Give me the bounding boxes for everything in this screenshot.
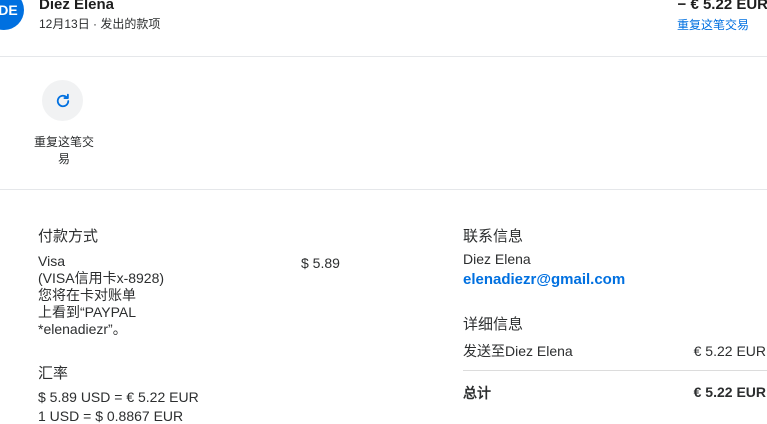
repeat-transaction-button[interactable] bbox=[42, 80, 83, 121]
send-to-amount: € 5.22 EUR bbox=[693, 343, 766, 359]
section-divider bbox=[0, 189, 767, 190]
total-label: 总计 bbox=[463, 385, 491, 401]
repeat-transaction-link[interactable]: 重复这笔交易 bbox=[677, 16, 749, 33]
send-to-label: 发送至Diez Elena bbox=[463, 343, 573, 359]
payment-method-heading: 付款方式 bbox=[38, 228, 99, 245]
total-divider bbox=[463, 370, 767, 371]
exchange-rate-unit: 1 USD = $ 0.8867 EUR bbox=[38, 408, 184, 424]
recipient-name: Diez Elena bbox=[39, 0, 115, 13]
payment-amount: $ 5.89 bbox=[301, 255, 340, 271]
avatar-initials: DE bbox=[0, 2, 18, 18]
payment-method-details: Visa (VISA信用卡x-8928) 您将在卡对账单 上看到“PAYPAL … bbox=[38, 253, 278, 338]
payment-line: *elenadiezr”。 bbox=[38, 321, 127, 337]
exchange-rate-line: $ 5.89 USD = € 5.22 EUR bbox=[38, 389, 199, 405]
payment-line: (VISA信用卡x-8928) bbox=[38, 270, 165, 286]
transaction-subtitle: 12月13日 · 发出的款项 bbox=[39, 17, 161, 31]
transaction-amount: − € 5.22 EUR bbox=[677, 0, 767, 13]
header-divider bbox=[0, 56, 767, 57]
payment-line: 上看到“PAYPAL bbox=[38, 304, 137, 320]
contact-name: Diez Elena bbox=[463, 251, 531, 267]
refresh-icon bbox=[56, 93, 69, 107]
payment-line: Visa bbox=[38, 253, 65, 269]
avatar: DE bbox=[0, 0, 24, 30]
repeat-transaction-label: 重复这笔交易 bbox=[33, 135, 94, 166]
contact-email-link[interactable]: elenadiezr@gmail.com bbox=[463, 271, 625, 288]
payment-line: 您将在卡对账单 bbox=[38, 287, 136, 303]
exchange-rate-heading: 汇率 bbox=[38, 365, 69, 382]
total-amount: € 5.22 EUR bbox=[693, 384, 766, 400]
details-heading: 详细信息 bbox=[463, 316, 524, 333]
contact-heading: 联系信息 bbox=[463, 228, 524, 245]
